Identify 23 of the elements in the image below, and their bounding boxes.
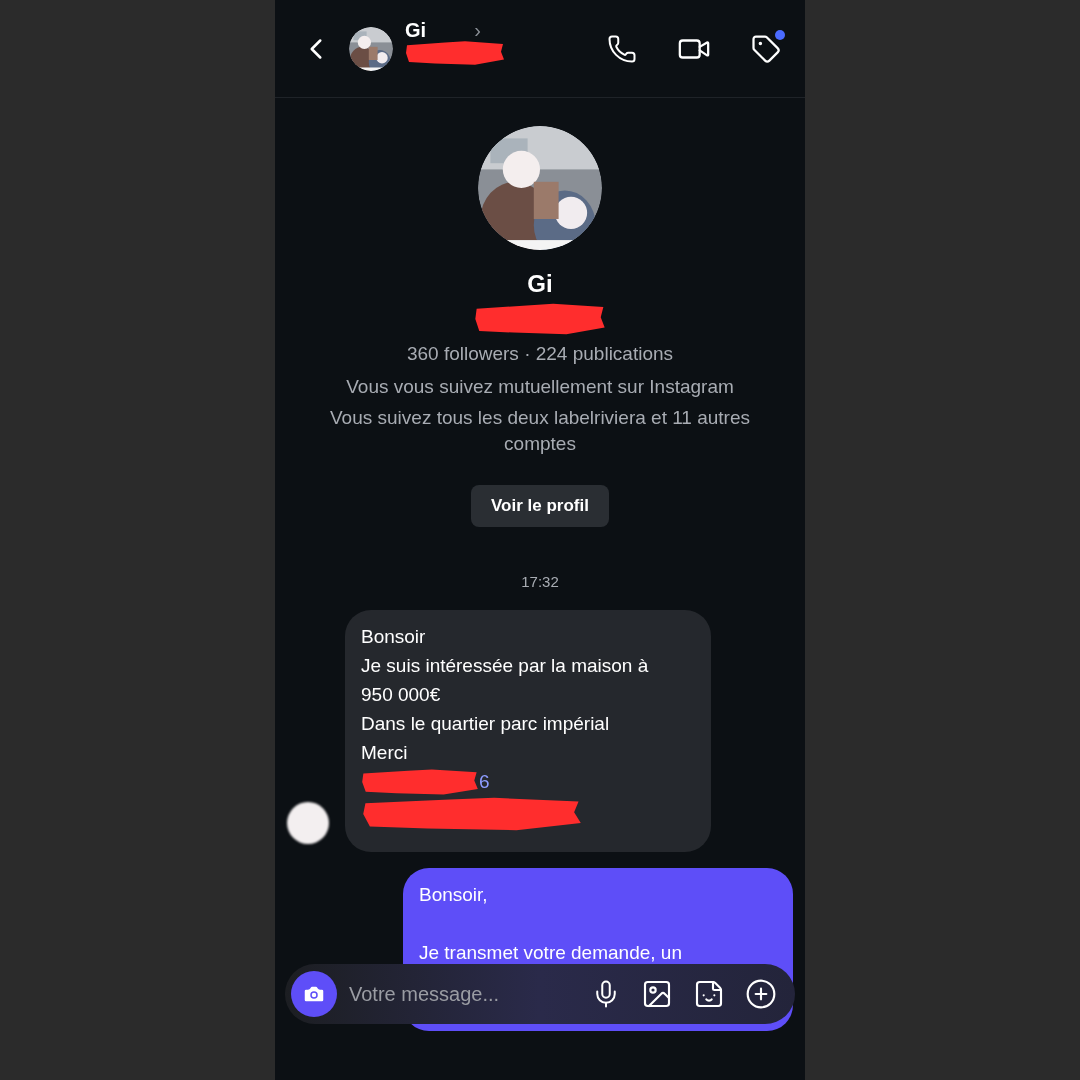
sticker-icon[interactable] [693, 978, 725, 1010]
sender-avatar [287, 801, 329, 844]
message-text: Dans le quartier parc impérial [361, 711, 611, 736]
common-follows-text: Vous suivez tous les deux labelriviera et 11 autres comptes [329, 406, 751, 456]
view-profile-button[interactable]: Voir le profil [471, 485, 609, 527]
camera-button[interactable] [291, 971, 337, 1017]
add-icon[interactable] [745, 978, 777, 1010]
message-text: Je suis intéressée par la maison à 950 000€ [361, 653, 650, 707]
message-text: Bonsoir, [419, 882, 489, 907]
phone-icon[interactable] [607, 33, 637, 64]
link-text[interactable]: 6 [479, 766, 490, 796]
message-text: Bonsoir [361, 624, 427, 649]
message-input-field[interactable]: Votre message... [349, 979, 569, 1009]
contact-name[interactable]: Gi [405, 20, 427, 40]
message-text: Je transmet votre demande, un [419, 940, 683, 965]
profile-name: Gi [527, 269, 553, 299]
chevron-glyph[interactable]: › [474, 20, 481, 40]
message-timestamp: 17:32 [521, 572, 559, 592]
mutual-follow-text: Vous vous suivez mutuellement sur Instagram [346, 374, 734, 399]
image-icon[interactable] [641, 978, 673, 1010]
message-text: Merci [361, 740, 409, 765]
profile-stats: 360 followers · 224 publications [406, 342, 674, 366]
tag-icon[interactable] [751, 33, 781, 64]
